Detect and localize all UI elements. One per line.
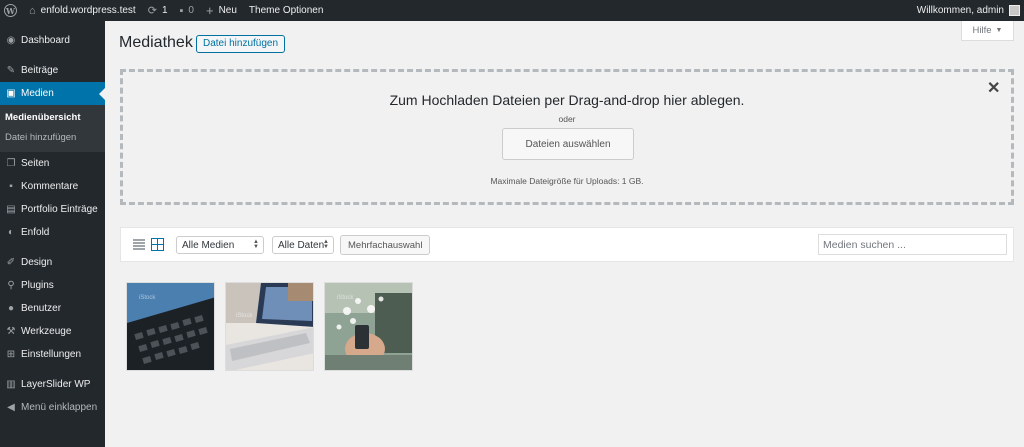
sidebar-item-users[interactable]: ● Benutzer <box>0 297 105 320</box>
submenu-item-library[interactable]: Medienübersicht <box>5 112 81 123</box>
media-toolbar: Alle Medien ▲ ▼ Alle Daten ▲ ▼ Mehrfachaus… <box>120 227 1014 262</box>
comments-count: 0 <box>188 5 194 16</box>
theme-options-link[interactable]: Theme Optionen <box>243 0 330 21</box>
media-type-filter-value: Alle Medien <box>182 239 235 251</box>
sidebar-item-layerslider[interactable]: ▥ LayerSlider WP <box>0 373 105 396</box>
avatar <box>1009 5 1020 16</box>
updates-count: 1 <box>161 5 168 16</box>
media-search-input[interactable] <box>818 234 1007 255</box>
portfolio-icon: ▤ <box>6 204 16 215</box>
plugin-icon: ⚲ <box>7 280 15 291</box>
admin-bar: W ⌂ enfold.wordpress.test ⟳ 1 ▪ 0 + Neu … <box>0 0 1024 21</box>
site-name: enfold.wordpress.test <box>40 5 136 16</box>
upload-or-text: oder <box>558 114 576 124</box>
sidebar-item-label: Werkzeuge <box>21 326 72 337</box>
add-new-media-button[interactable]: Datei hinzufügen <box>196 35 286 53</box>
sidebar-item-design[interactable]: ✐ Design <box>0 251 105 274</box>
admin-sidebar: ◉ Dashboard ✎ Beiträge ▣ Medien Medienüb… <box>0 21 105 447</box>
updates-link[interactable]: ⟳ 1 <box>142 0 174 21</box>
welcome-text: Willkommen, admin <box>916 5 1004 16</box>
sidebar-item-label: Einstellungen <box>21 349 82 360</box>
settings-icon: ⊞ <box>6 349 16 360</box>
account-menu[interactable]: Willkommen, admin <box>917 0 1020 21</box>
sidebar-item-label: Beiträge <box>21 65 59 76</box>
help-tab-button[interactable]: Hilfe ▼ <box>961 21 1014 41</box>
max-upload-size: Maximale Dateigröße für Uploads: 1 GB. <box>490 176 644 186</box>
layers-icon: ▥ <box>6 379 16 390</box>
grid-view-icon[interactable] <box>151 238 164 251</box>
comment-bubble-icon: ▪ <box>179 4 184 17</box>
select-files-button[interactable]: Dateien auswählen <box>502 128 634 160</box>
user-icon: ● <box>7 303 15 314</box>
chevron-down-icon: ▼ <box>995 27 1003 34</box>
laptop-desk-image <box>226 283 313 370</box>
comments-link[interactable]: ▪ 0 <box>174 0 200 21</box>
sidebar-item-label: Design <box>21 257 53 268</box>
theme-options-label: Theme Optionen <box>248 5 324 16</box>
dashboard-icon: ◉ <box>6 35 16 46</box>
media-type-filter[interactable]: Alle Medien ▲ ▼ <box>176 236 264 254</box>
sidebar-item-label: Seiten <box>21 158 50 169</box>
sidebar-item-dashboard[interactable]: ◉ Dashboard <box>0 29 105 52</box>
sidebar-item-label: Benutzer <box>21 303 62 314</box>
sidebar-item-posts[interactable]: ✎ Beiträge <box>0 59 105 82</box>
theme-icon: ◐ <box>7 227 15 238</box>
site-name-link[interactable]: ⌂ enfold.wordpress.test <box>23 0 142 21</box>
sidebar-item-pages[interactable]: ❐ Seiten <box>0 152 105 175</box>
list-view-icon[interactable] <box>133 239 145 251</box>
sidebar-item-label: Menü einklappen <box>21 402 98 413</box>
sidebar-item-plugins[interactable]: ⚲ Plugins <box>0 274 105 297</box>
select-arrows-icon: ▲ ▼ <box>253 239 259 250</box>
watermark-text: iStock <box>337 295 354 301</box>
comment-icon: ▪ <box>9 181 13 192</box>
sidebar-item-comments[interactable]: ▪ Kommentare <box>0 175 105 198</box>
help-label: Hilfe <box>972 25 992 36</box>
sidebar-item-label: Kommentare <box>21 181 79 192</box>
wrench-icon: ⚒ <box>6 326 16 337</box>
bulk-select-button[interactable]: Mehrfachauswahl <box>340 235 431 255</box>
media-submenu: Medienübersicht Datei hinzufügen <box>0 105 105 152</box>
select-arrows-icon: ▲ ▼ <box>323 239 329 250</box>
sidebar-item-label: Medien <box>21 88 54 99</box>
pin-icon: ✎ <box>6 65 16 76</box>
sidebar-item-label: Portfolio Einträge <box>21 204 98 215</box>
plus-icon: + <box>205 3 214 18</box>
watermark-text: iStock <box>236 313 253 319</box>
submenu-item-add-new[interactable]: Datei hinzufügen <box>5 132 76 143</box>
sidebar-item-tools[interactable]: ⚒ Werkzeuge <box>0 320 105 343</box>
sidebar-item-settings[interactable]: ⊞ Einstellungen <box>0 343 105 366</box>
date-filter-value: Alle Daten <box>278 239 325 251</box>
upload-instructions: Zum Hochladen Dateien per Drag-and-drop … <box>389 92 745 108</box>
sidebar-item-media[interactable]: ▣ Medien <box>0 82 105 105</box>
sidebar-item-label: Enfold <box>21 227 50 238</box>
wordpress-logo-icon: W <box>4 4 17 17</box>
date-filter[interactable]: Alle Daten ▲ ▼ <box>272 236 334 254</box>
brush-icon: ✐ <box>6 257 16 268</box>
collapse-icon: ◀ <box>7 402 15 413</box>
home-icon: ⌂ <box>29 4 36 17</box>
sidebar-item-label: Plugins <box>21 280 54 291</box>
upload-dropzone[interactable]: ✕ Zum Hochladen Dateien per Drag-and-dro… <box>120 69 1014 205</box>
updates-icon: ⟳ <box>147 5 157 17</box>
new-content-link[interactable]: + Neu <box>200 0 243 21</box>
pages-icon: ❐ <box>6 158 16 169</box>
wordpress-logo-button[interactable]: W <box>0 0 21 21</box>
media-item-thumbnail[interactable]: iStock <box>324 282 413 371</box>
page-title: Mediathek <box>119 34 193 51</box>
collapse-menu-button[interactable]: ◀ Menü einklappen <box>0 396 105 419</box>
media-icon: ▣ <box>6 88 16 99</box>
sidebar-item-portfolio[interactable]: ▤ Portfolio Einträge <box>0 198 105 221</box>
sidebar-item-label: Dashboard <box>21 35 70 46</box>
sidebar-item-label: LayerSlider WP <box>21 379 91 390</box>
new-label: Neu <box>218 5 237 16</box>
watermark-text: iStock <box>139 295 156 301</box>
media-item-thumbnail[interactable]: iStock <box>225 282 314 371</box>
media-item-thumbnail[interactable]: iStock <box>126 282 215 371</box>
sidebar-item-enfold[interactable]: ◐ Enfold <box>0 221 105 244</box>
